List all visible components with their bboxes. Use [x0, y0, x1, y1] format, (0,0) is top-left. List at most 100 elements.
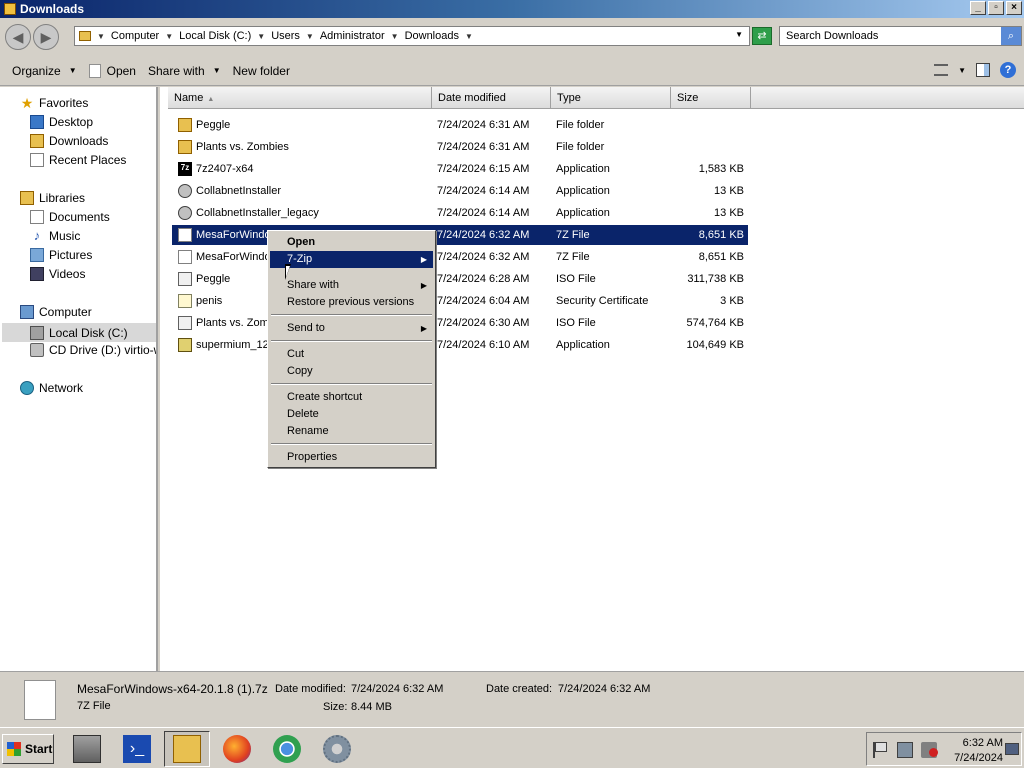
restore-button[interactable]: ▫	[988, 1, 1004, 15]
refresh-button[interactable]: ⇄	[752, 27, 772, 45]
clock-date[interactable]: 7/24/2024	[947, 752, 1003, 764]
taskbar-settings[interactable]	[314, 731, 360, 767]
menu-label: Delete	[287, 408, 319, 420]
chevron-down-icon: ▼	[68, 66, 77, 75]
file-date-modified: 7/24/2024 6:31 AM	[437, 119, 530, 131]
column-header-size[interactable]: Size	[671, 87, 751, 109]
chevron-right-icon[interactable]: ▼	[391, 32, 399, 41]
chevron-right-icon[interactable]: ▼	[97, 32, 105, 41]
window-titlebar[interactable]: Downloads _ ▫ ×	[0, 0, 1024, 18]
chevron-right-icon[interactable]: ▼	[257, 32, 265, 41]
window-title: Downloads	[20, 2, 85, 16]
organize-button[interactable]: Organize ▼	[12, 64, 77, 78]
nav-recent-places[interactable]: Recent Places	[30, 153, 126, 167]
taskbar-powershell[interactable]: ›_	[114, 731, 160, 767]
action-center-flag-icon[interactable]	[873, 742, 889, 758]
videos-icon	[30, 267, 44, 281]
nav-cd-drive[interactable]: CD Drive (D:) virtio-win	[30, 343, 156, 357]
search-icon[interactable]: ⌕	[1001, 27, 1021, 45]
taskbar-explorer[interactable]	[164, 731, 210, 767]
file-size: 574,764 KB	[686, 317, 745, 329]
menu-item-properties[interactable]: Properties	[270, 449, 433, 466]
breadcrumb-downloads[interactable]: Downloads	[405, 30, 459, 42]
menu-item-cut[interactable]: Cut	[270, 346, 433, 363]
breadcrumb-users[interactable]: Users	[271, 30, 300, 42]
file-row[interactable]: Plants vs. Zom 7/24/2024 6:30 AM ISO File 5…	[172, 313, 748, 333]
taskbar-firefox[interactable]	[214, 731, 260, 767]
installer-icon	[178, 184, 192, 198]
breadcrumb-computer[interactable]: Computer	[111, 30, 159, 42]
nav-label: Pictures	[49, 248, 93, 262]
folder-icon	[4, 3, 16, 15]
file-date-modified: 7/24/2024 6:32 AM	[437, 251, 530, 263]
network-status-icon[interactable]	[897, 742, 913, 758]
file-row[interactable]: penis 7/24/2024 6:04 AM Security Certifica…	[172, 291, 748, 311]
volume-muted-icon[interactable]	[921, 742, 938, 758]
column-header-type[interactable]: Type	[551, 87, 671, 109]
menu-item-rename[interactable]: Rename	[270, 423, 433, 440]
file-row[interactable]: MesaForWindo 7/24/2024 6:32 AM 7Z File 8,65…	[172, 247, 748, 267]
show-desktop-icon[interactable]	[1005, 743, 1019, 755]
powershell-icon: ›_	[123, 735, 151, 763]
share-with-button[interactable]: Share with ▼	[148, 64, 221, 78]
chevron-down-icon[interactable]: ▼	[465, 32, 473, 41]
nav-videos[interactable]: Videos	[30, 267, 85, 281]
nav-network[interactable]: Network	[20, 381, 83, 395]
organize-label: Organize	[12, 63, 61, 78]
file-row[interactable]: Peggle 7/24/2024 6:31 AM File folder	[172, 115, 748, 135]
menu-item-open[interactable]: Open	[270, 234, 433, 251]
breadcrumb-administrator[interactable]: Administrator	[320, 30, 385, 42]
clock-time[interactable]: 6:32 AM	[947, 737, 1003, 749]
chevron-right-icon[interactable]: ▼	[165, 32, 173, 41]
file-row[interactable]: CollabnetInstaller 7/24/2024 6:14 AM Appli…	[172, 181, 748, 201]
menu-item-create-shortcut[interactable]: Create shortcut	[270, 389, 433, 406]
navigation-pane[interactable]: ★ Favorites Desktop Downloads Recent Pla…	[0, 87, 158, 671]
file-row[interactable]: 7z 7z2407-x64 7/24/2024 6:15 AM Application…	[172, 159, 748, 179]
nav-music[interactable]: ♪ Music	[30, 229, 81, 244]
file-row[interactable]: Peggle 7/24/2024 6:28 AM ISO File 311,738 K…	[172, 269, 748, 289]
file-row[interactable]: MesaForWindo 7/24/2024 6:32 AM 7Z File 8,65…	[172, 225, 748, 245]
close-button[interactable]: ×	[1006, 1, 1022, 15]
chevron-down-icon[interactable]: ▼	[958, 66, 966, 75]
file-row[interactable]: Plants vs. Zombies 7/24/2024 6:31 AM File …	[172, 137, 748, 157]
file-icon	[178, 228, 192, 242]
nav-downloads[interactable]: Downloads	[30, 134, 108, 148]
details-file-type: 7Z File	[77, 700, 111, 712]
address-dropdown-icon[interactable]: ▼	[735, 30, 743, 39]
breadcrumb-local-disk[interactable]: Local Disk (C:)	[179, 30, 251, 42]
open-button[interactable]: Open	[88, 63, 136, 78]
column-header-name[interactable]: Name ▲	[168, 87, 432, 109]
help-icon[interactable]: ?	[1000, 62, 1016, 78]
details-date-modified-label: Date modified:	[275, 683, 346, 695]
details-date-created: 7/24/2024 6:32 AM	[558, 683, 651, 695]
details-date-modified: 7/24/2024 6:32 AM	[351, 683, 444, 695]
address-bar[interactable]: ▼ Computer ▼ Local Disk (C:) ▼ Users ▼ A…	[74, 26, 750, 46]
forward-button[interactable]: ▶	[33, 24, 59, 50]
preview-pane-icon[interactable]	[976, 63, 990, 77]
nav-libraries[interactable]: Libraries	[20, 191, 85, 205]
menu-item-restore-previous-versions[interactable]: Restore previous versions	[270, 294, 433, 311]
nav-desktop[interactable]: Desktop	[30, 115, 93, 129]
nav-pictures[interactable]: Pictures	[30, 248, 92, 262]
file-row[interactable]: supermium_12 7/24/2024 6:10 AM Application…	[172, 335, 748, 355]
nav-favorites[interactable]: ★ Favorites	[20, 96, 89, 110]
menu-item-send-to[interactable]: Send to ▶	[270, 320, 433, 337]
taskbar-browser[interactable]	[264, 731, 310, 767]
taskbar-server-manager[interactable]	[64, 731, 110, 767]
column-header-date[interactable]: Date modified	[432, 87, 551, 109]
menu-item-copy[interactable]: Copy	[270, 363, 433, 380]
back-button[interactable]: ◀	[5, 24, 31, 50]
file-row[interactable]: CollabnetInstaller_legacy 7/24/2024 6:14 …	[172, 203, 748, 223]
nav-documents[interactable]: Documents	[30, 210, 110, 224]
file-date-modified: 7/24/2024 6:10 AM	[437, 339, 530, 351]
chevron-right-icon[interactable]: ▼	[306, 32, 314, 41]
minimize-button[interactable]: _	[970, 1, 986, 15]
start-button[interactable]: Start	[2, 734, 54, 764]
nav-computer[interactable]: Computer	[20, 305, 92, 319]
nav-local-disk[interactable]: Local Disk (C:)	[2, 323, 156, 342]
new-folder-button[interactable]: New folder	[233, 64, 290, 78]
iso-icon	[178, 316, 192, 330]
change-view-icon[interactable]	[934, 64, 949, 76]
search-input[interactable]: Search Downloads ⌕	[779, 26, 1022, 46]
menu-item-delete[interactable]: Delete	[270, 406, 433, 423]
